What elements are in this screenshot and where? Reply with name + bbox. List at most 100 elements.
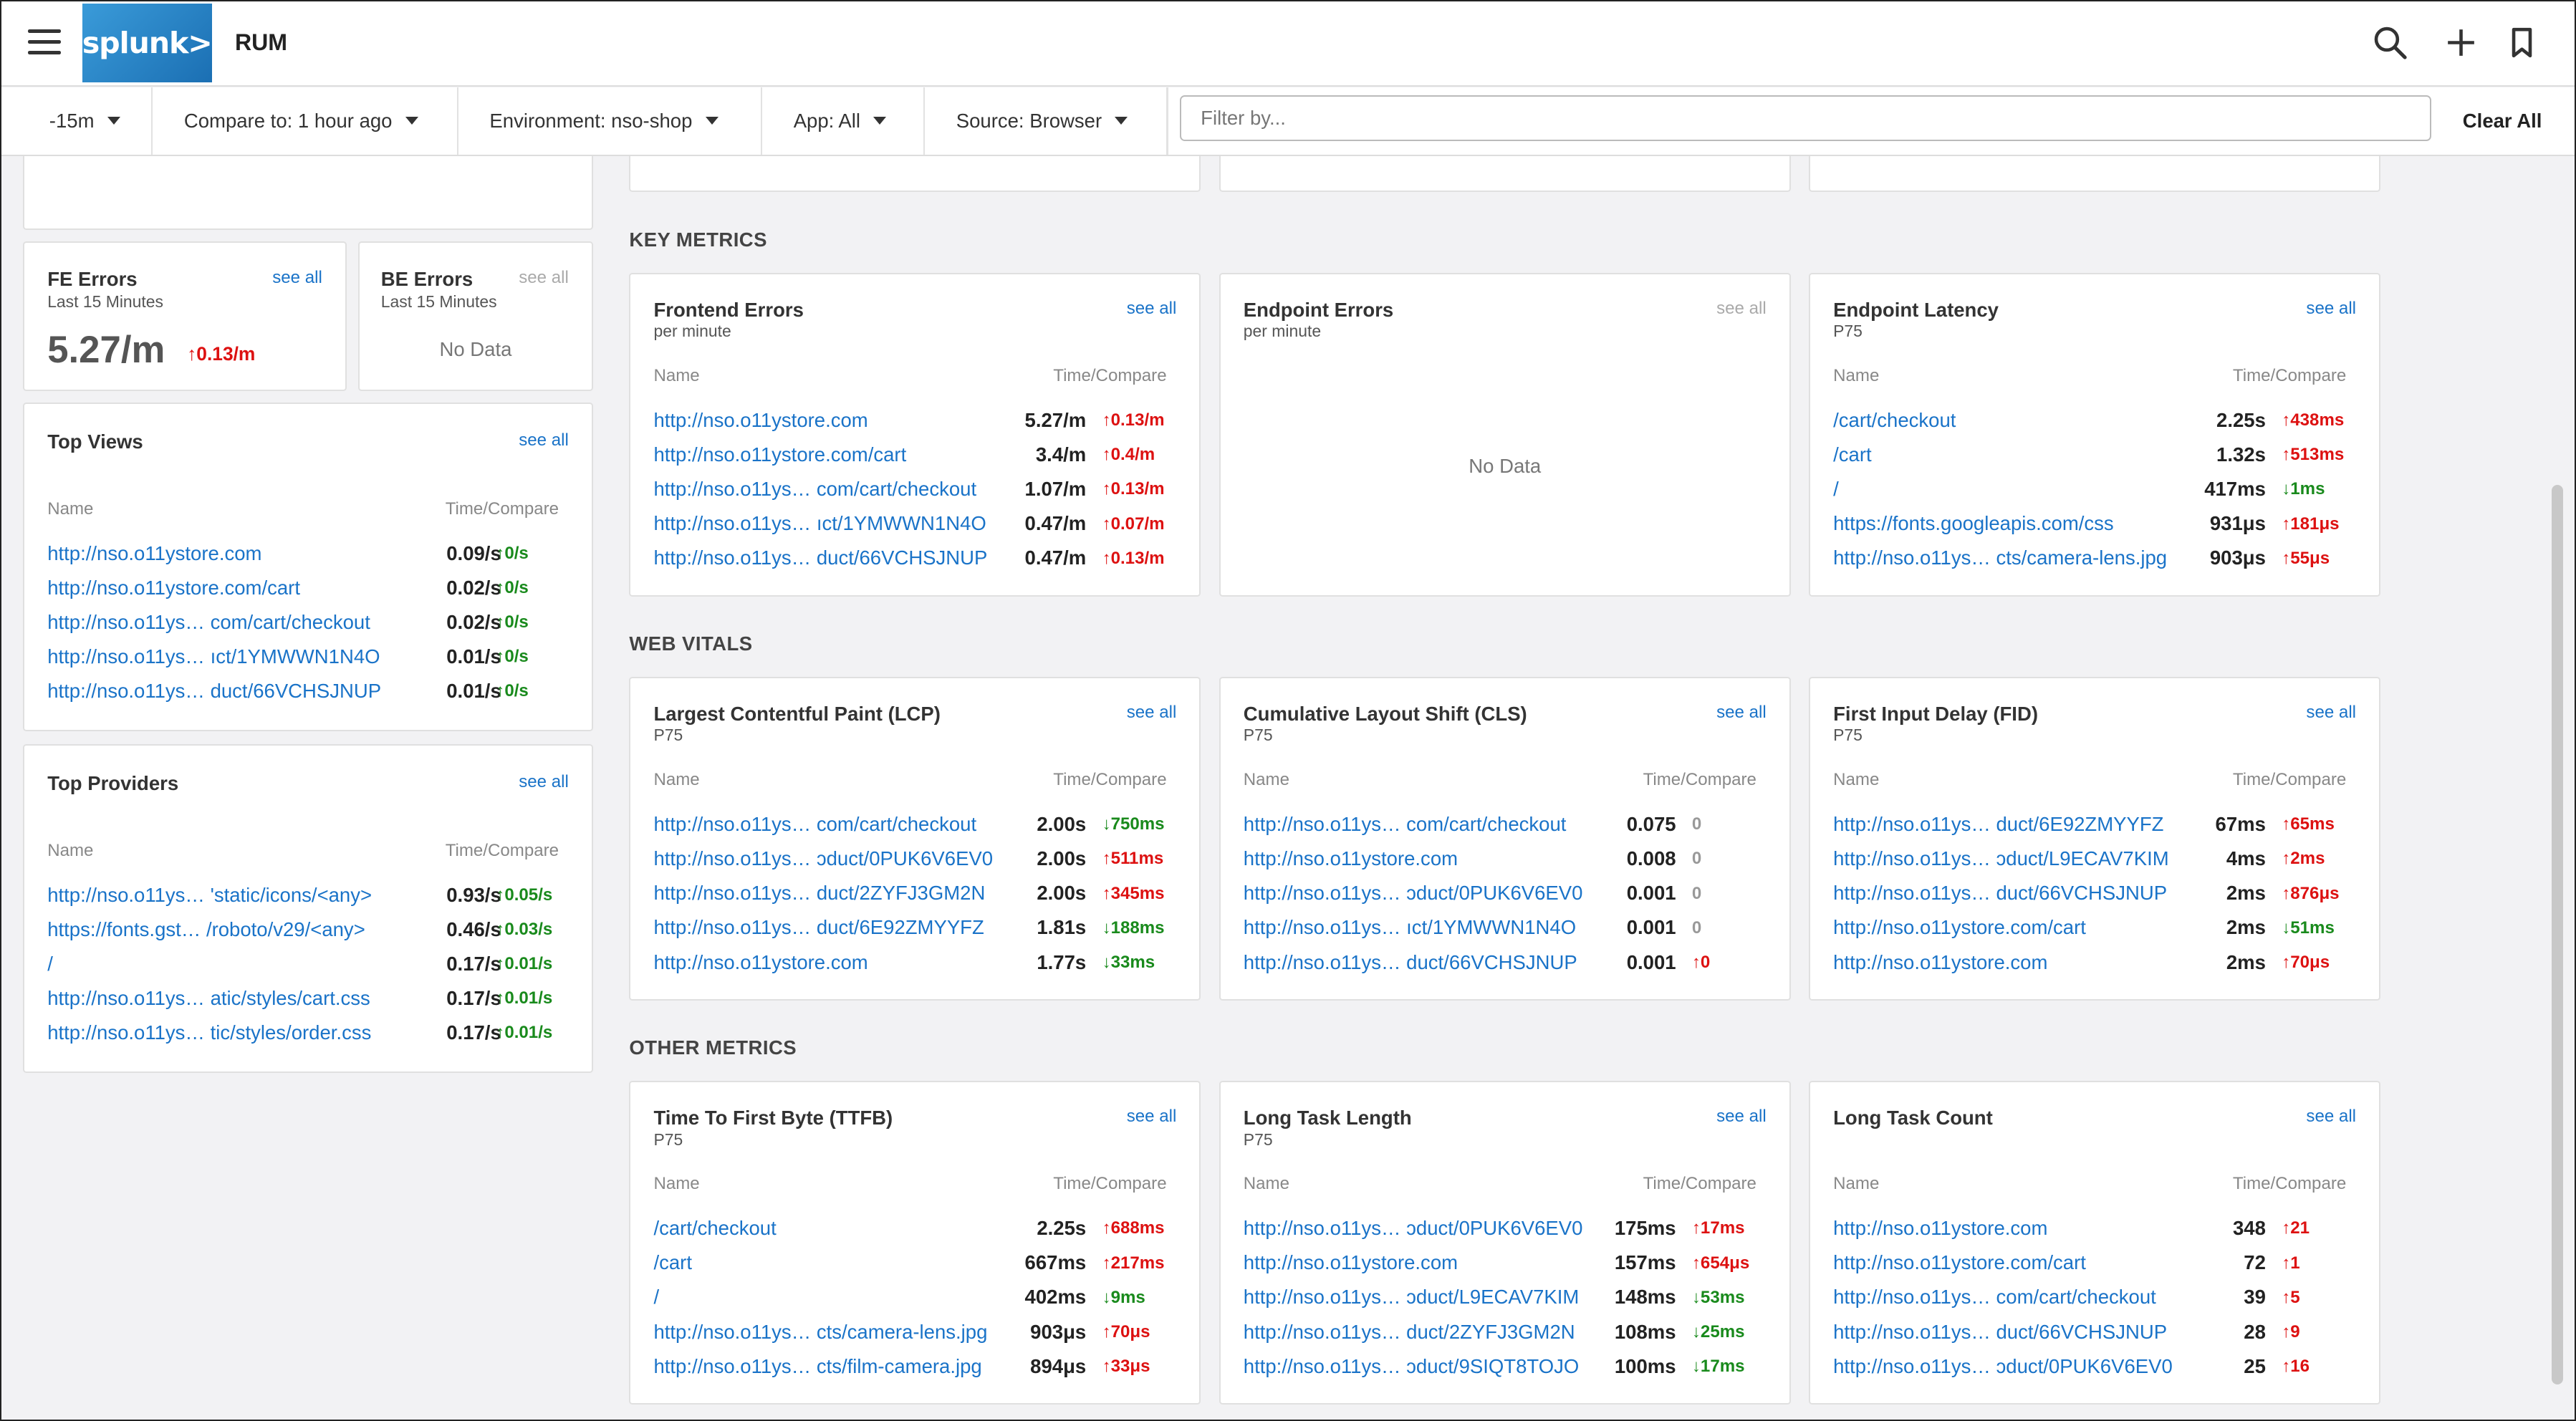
row-link[interactable]: http://nso.o11ys… atic/styles/cart.css bbox=[47, 987, 370, 1010]
table-row[interactable]: http://nso.o11ys… cts/film-camera.jpg 894… bbox=[630, 1355, 1199, 1389]
see-all-link[interactable]: see all bbox=[519, 268, 569, 288]
row-link[interactable]: http://nso.o11ys… com/cart/checkout bbox=[47, 611, 370, 634]
table-row[interactable]: /cart 1.32s ↑513ms bbox=[1810, 443, 2379, 478]
see-all-link[interactable]: see all bbox=[519, 772, 569, 792]
table-row[interactable]: https://fonts.gst… /roboto/v29/<any> 0.46… bbox=[24, 918, 592, 953]
table-row[interactable]: http://nso.o11ystore.com 0.008 0 bbox=[1221, 847, 1789, 882]
row-link[interactable]: http://nso.o11ys… duct/66VCHSJNUP bbox=[653, 546, 987, 569]
row-link[interactable]: /cart/checkout bbox=[1833, 409, 1956, 432]
table-row[interactable]: http://nso.o11ys… ıct/1YMWWN1N4O 0.01/s ↑0… bbox=[24, 645, 592, 680]
row-link[interactable]: http://nso.o11ystore.com bbox=[1244, 847, 1458, 870]
see-all-link[interactable]: see all bbox=[1127, 1107, 1177, 1127]
see-all-link[interactable]: see all bbox=[1716, 1107, 1767, 1127]
table-row[interactable]: http://nso.o11ys… cts/camera-lens.jpg 903… bbox=[630, 1321, 1199, 1355]
row-link[interactable]: http://nso.o11ys… ɔduct/0PUK6V6EV0 bbox=[653, 847, 993, 870]
row-link[interactable]: http://nso.o11ys… duct/2ZYFJ3GM2N bbox=[1244, 1321, 1575, 1344]
row-link[interactable]: /cart bbox=[1833, 443, 1872, 466]
table-row[interactable]: http://nso.o11ystore.com/cart 72 ↑1 bbox=[1810, 1251, 2379, 1286]
see-all-link[interactable]: see all bbox=[519, 430, 569, 451]
table-row[interactable]: http://nso.o11ys… ɔduct/0PUK6V6EV0 2.00s ↑… bbox=[630, 847, 1199, 882]
row-link[interactable]: / bbox=[47, 953, 53, 976]
table-row[interactable]: http://nso.o11ystore.com 5.27/m ↑0.13/m bbox=[630, 409, 1199, 443]
row-link[interactable]: http://nso.o11ys… ıct/1YMWWN1N4O bbox=[653, 512, 986, 535]
source-dropdown[interactable]: Source: Browser bbox=[956, 87, 1128, 155]
environment-dropdown[interactable]: Environment: nso-shop bbox=[489, 87, 719, 155]
row-link[interactable]: http://nso.o11ystore.com bbox=[1833, 951, 2047, 974]
table-row[interactable]: http://nso.o11ys… tic/styles/order.css 0.… bbox=[24, 1021, 592, 1056]
row-link[interactable]: http://nso.o11ys… duct/66VCHSJNUP bbox=[1833, 882, 2167, 905]
search-icon[interactable] bbox=[2370, 23, 2410, 62]
row-link[interactable]: http://nso.o11ystore.com/cart bbox=[653, 443, 906, 466]
row-link[interactable]: http://nso.o11ys… tic/styles/order.css bbox=[47, 1021, 371, 1044]
row-link[interactable]: http://nso.o11ys… ɔduct/0PUK6V6EV0 bbox=[1244, 1217, 1583, 1240]
table-row[interactable]: http://nso.o11ys… ɔduct/0PUK6V6EV0 0.001 0 bbox=[1221, 882, 1789, 916]
row-link[interactable]: http://nso.o11ys… ıct/1YMWWN1N4O bbox=[1244, 916, 1576, 939]
table-row[interactable]: http://nso.o11ys… ɔduct/0PUK6V6EV0 25 ↑16 bbox=[1810, 1355, 2379, 1389]
see-all-link[interactable]: see all bbox=[1716, 299, 1767, 319]
app-dropdown[interactable]: App: All bbox=[794, 87, 887, 155]
row-link[interactable]: http://nso.o11ys… cts/camera-lens.jpg bbox=[1833, 546, 2167, 569]
row-link[interactable]: http://nso.o11ys… ɔduct/0PUK6V6EV0 bbox=[1244, 882, 1583, 905]
compare-dropdown[interactable]: Compare to: 1 hour ago bbox=[184, 87, 418, 155]
row-link[interactable]: http://nso.o11ys… cts/film-camera.jpg bbox=[653, 1355, 981, 1378]
row-link[interactable]: http://nso.o11ys… duct/66VCHSJNUP bbox=[47, 680, 381, 703]
row-link[interactable]: http://nso.o11ys… cts/camera-lens.jpg bbox=[653, 1321, 987, 1344]
table-row[interactable]: http://nso.o11ys… ɔduct/L9ECAV7KIM 4ms ↑2m… bbox=[1810, 847, 2379, 882]
table-row[interactable]: / 417ms ↓1ms bbox=[1810, 478, 2379, 512]
table-row[interactable]: http://nso.o11ys… com/cart/checkout 1.07/… bbox=[630, 478, 1199, 512]
row-link[interactable]: http://nso.o11ys… com/cart/checkout bbox=[1833, 1286, 2156, 1309]
table-row[interactable]: http://nso.o11ys… duct/66VCHSJNUP 2ms ↑876… bbox=[1810, 882, 2379, 916]
row-link[interactable]: http://nso.o11ystore.com bbox=[653, 409, 868, 432]
row-link[interactable]: http://nso.o11ys… ɔduct/0PUK6V6EV0 bbox=[1833, 1355, 2173, 1378]
table-row[interactable]: http://nso.o11ys… com/cart/checkout 0.02/… bbox=[24, 611, 592, 645]
table-row[interactable]: http://nso.o11ys… duct/66VCHSJNUP 0.01/s ↑… bbox=[24, 680, 592, 714]
menu-icon[interactable] bbox=[27, 29, 61, 54]
row-link[interactable]: http://nso.o11ystore.com bbox=[47, 542, 261, 565]
add-icon[interactable] bbox=[2441, 23, 2481, 62]
see-all-link[interactable]: see all bbox=[1127, 703, 1177, 723]
row-link[interactable]: http://nso.o11ys… duct/6E92ZMYYFZ bbox=[653, 916, 984, 939]
table-row[interactable]: http://nso.o11ys… ıct/1YMWWN1N4O 0.47/m ↑0… bbox=[630, 512, 1199, 546]
row-link[interactable]: http://nso.o11ys… ɔduct/L9ECAV7KIM bbox=[1833, 847, 2169, 870]
row-link[interactable]: http://nso.o11ys… duct/6E92ZMYYFZ bbox=[1833, 813, 2163, 836]
scrollbar[interactable] bbox=[2551, 484, 2563, 1385]
splunk-logo[interactable]: splunk> bbox=[82, 3, 213, 82]
row-link[interactable]: http://nso.o11ystore.com bbox=[653, 951, 868, 974]
see-all-link[interactable]: see all bbox=[1716, 703, 1767, 723]
see-all-link[interactable]: see all bbox=[272, 268, 322, 288]
table-row[interactable]: http://nso.o11ystore.com/cart 0.02/s ↑0/s bbox=[24, 577, 592, 611]
table-row[interactable]: http://nso.o11ys… duct/6E92ZMYYFZ 67ms ↑65… bbox=[1810, 813, 2379, 847]
table-row[interactable]: /cart 667ms ↑217ms bbox=[630, 1251, 1199, 1286]
row-link[interactable]: http://nso.o11ystore.com bbox=[1244, 1251, 1458, 1274]
see-all-link[interactable]: see all bbox=[1127, 299, 1177, 319]
see-all-link[interactable]: see all bbox=[2306, 703, 2356, 723]
table-row[interactable]: /cart/checkout 2.25s ↑688ms bbox=[630, 1217, 1199, 1251]
table-row[interactable]: http://nso.o11ystore.com 348 ↑21 bbox=[1810, 1217, 2379, 1251]
table-row[interactable]: http://nso.o11ys… cts/camera-lens.jpg 903… bbox=[1810, 546, 2379, 581]
row-link[interactable]: / bbox=[1833, 478, 1839, 501]
row-link[interactable]: / bbox=[653, 1286, 659, 1309]
table-row[interactable]: / 402ms ↓9ms bbox=[630, 1286, 1199, 1320]
table-row[interactable]: http://nso.o11ys… duct/66VCHSJNUP 0.001 ↑0 bbox=[1221, 951, 1789, 986]
table-row[interactable]: http://nso.o11ys… ıct/1YMWWN1N4O 0.001 0 bbox=[1221, 916, 1789, 950]
row-link[interactable]: /cart/checkout bbox=[653, 1217, 776, 1240]
row-link[interactable]: http://nso.o11ys… com/cart/checkout bbox=[653, 478, 976, 501]
row-link[interactable]: http://nso.o11ystore.com/cart bbox=[47, 577, 300, 599]
row-link[interactable]: http://nso.o11ys… com/cart/checkout bbox=[653, 813, 976, 836]
row-link[interactable]: https://fonts.gst… /roboto/v29/<any> bbox=[47, 918, 365, 941]
table-row[interactable]: http://nso.o11ystore.com 157ms ↑654μs bbox=[1221, 1251, 1789, 1286]
row-link[interactable]: http://nso.o11ys… duct/2ZYFJ3GM2N bbox=[653, 882, 985, 905]
table-row[interactable]: http://nso.o11ys… duct/2ZYFJ3GM2N 108ms ↓2… bbox=[1221, 1321, 1789, 1355]
bookmark-icon[interactable] bbox=[2502, 23, 2542, 62]
row-link[interactable]: http://nso.o11ys… ıct/1YMWWN1N4O bbox=[47, 645, 380, 668]
table-row[interactable]: http://nso.o11ys… ɔduct/0PUK6V6EV0 175ms ↑… bbox=[1221, 1217, 1789, 1251]
table-row[interactable]: http://nso.o11ys… duct/6E92ZMYYFZ 1.81s ↓1… bbox=[630, 916, 1199, 950]
table-row[interactable]: http://nso.o11ys… duct/2ZYFJ3GM2N 2.00s ↑3… bbox=[630, 882, 1199, 916]
row-link[interactable]: http://nso.o11ys… ɔduct/L9ECAV7KIM bbox=[1244, 1286, 1580, 1309]
row-link[interactable]: http://nso.o11ystore.com/cart bbox=[1833, 916, 2086, 939]
row-link[interactable]: http://nso.o11ystore.com/cart bbox=[1833, 1251, 2086, 1274]
row-link[interactable]: http://nso.o11ys… duct/66VCHSJNUP bbox=[1244, 951, 1577, 974]
see-all-link[interactable]: see all bbox=[2306, 299, 2356, 319]
table-row[interactable]: http://nso.o11ys… com/cart/checkout 2.00s… bbox=[630, 813, 1199, 847]
table-row[interactable]: http://nso.o11ys… atic/styles/cart.css 0.… bbox=[24, 987, 592, 1021]
